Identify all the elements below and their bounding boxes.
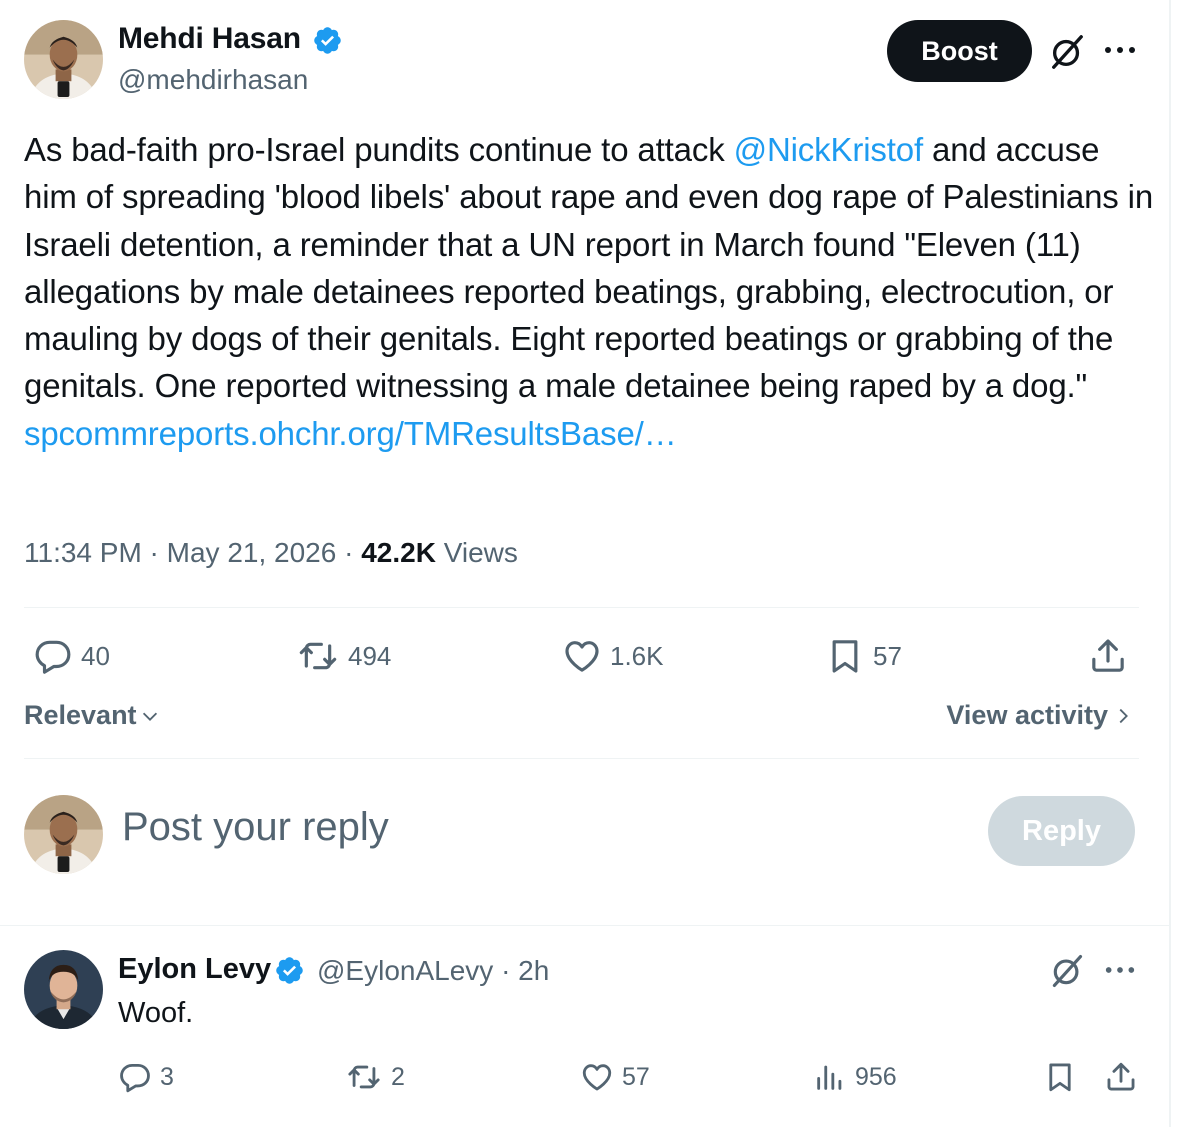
repost-action[interactable]: 494 bbox=[296, 636, 391, 676]
divider bbox=[0, 925, 1169, 926]
divider bbox=[24, 607, 1139, 608]
reply-button[interactable]: Reply bbox=[988, 796, 1135, 866]
author-avatar[interactable] bbox=[24, 20, 103, 99]
reply-count: 40 bbox=[81, 640, 110, 671]
grok-icon[interactable] bbox=[1049, 953, 1085, 989]
reply-icon bbox=[120, 1063, 150, 1093]
tweet-meta: 11:34 PM · May 21, 2026 · 42.2K Views bbox=[24, 537, 518, 569]
like-action[interactable]: 1.6K bbox=[562, 636, 664, 676]
sort-dropdown[interactable]: Relevant bbox=[24, 700, 161, 731]
heart-icon bbox=[565, 641, 599, 672]
reply-views-action[interactable]: 956 bbox=[813, 1060, 897, 1094]
current-user-avatar[interactable] bbox=[24, 795, 103, 874]
bookmark-icon bbox=[1049, 1063, 1071, 1092]
like-count: 1.6K bbox=[610, 640, 664, 671]
verified-badge-icon bbox=[274, 955, 305, 986]
boost-button[interactable]: Boost bbox=[887, 20, 1032, 82]
tweet-text-rest: and accuse him of spreading 'blood libel… bbox=[24, 131, 1154, 405]
tweet-text: As bad-faith pro-Israel pundits continue… bbox=[24, 126, 1154, 457]
reply-reply-action[interactable]: 3 bbox=[118, 1060, 174, 1094]
repost-count: 494 bbox=[348, 640, 392, 671]
repost-icon bbox=[348, 1065, 380, 1089]
sort-label: Relevant bbox=[24, 700, 137, 730]
grok-icon[interactable] bbox=[1048, 33, 1086, 71]
tweet-timestamp[interactable]: 11:34 PM · May 21, 2026 · bbox=[24, 537, 361, 568]
views-count: 42.2K bbox=[361, 537, 436, 568]
column-border bbox=[1169, 0, 1171, 1127]
mention-link[interactable]: @NickKristof bbox=[734, 131, 924, 168]
tweet-text-start: As bad-faith pro-Israel pundits continue… bbox=[24, 131, 734, 168]
view-activity-link[interactable]: View activity bbox=[946, 700, 1134, 731]
bookmark-action[interactable]: 57 bbox=[825, 636, 902, 676]
bookmark-icon bbox=[832, 640, 858, 673]
author-handle[interactable]: @mehdirhasan bbox=[118, 64, 308, 96]
view-activity-label: View activity bbox=[946, 700, 1108, 730]
reply-repost-action[interactable]: 2 bbox=[345, 1060, 405, 1094]
reply-like-action[interactable]: 57 bbox=[580, 1060, 650, 1094]
reply-input[interactable] bbox=[122, 805, 942, 850]
reply-share-action[interactable] bbox=[1104, 1060, 1138, 1094]
chevron-right-icon bbox=[1119, 708, 1128, 723]
reply-repost-count: 2 bbox=[391, 1062, 405, 1091]
reply-text: Woof. bbox=[118, 997, 194, 1029]
repost-icon bbox=[299, 642, 337, 670]
reply-views-count: 956 bbox=[855, 1062, 897, 1091]
heart-icon bbox=[582, 1064, 612, 1091]
reply-icon bbox=[35, 640, 71, 674]
external-link[interactable]: spcommreports.ohchr.org/TMResultsBase/… bbox=[24, 410, 1154, 457]
share-icon bbox=[1092, 639, 1124, 672]
verified-badge-icon bbox=[312, 25, 343, 56]
views-label: Views bbox=[435, 537, 518, 568]
views-icon bbox=[817, 1065, 842, 1090]
reply-author-handle[interactable]: @EylonALevy · 2h bbox=[317, 955, 549, 987]
reply-author-name[interactable]: Eylon Levy bbox=[118, 953, 271, 986]
bookmark-count: 57 bbox=[873, 640, 902, 671]
more-icon[interactable] bbox=[1103, 958, 1137, 982]
author-name[interactable]: Mehdi Hasan bbox=[118, 22, 301, 56]
more-icon[interactable] bbox=[1102, 38, 1138, 62]
reply-like-count: 57 bbox=[622, 1062, 650, 1091]
reply-action[interactable]: 40 bbox=[33, 636, 110, 676]
chevron-down-icon bbox=[142, 712, 157, 721]
share-action[interactable] bbox=[1088, 636, 1128, 676]
reply-reply-count: 3 bbox=[160, 1062, 174, 1091]
reply-author-avatar[interactable] bbox=[24, 950, 103, 1029]
divider bbox=[24, 758, 1139, 759]
reply-bookmark-action[interactable] bbox=[1043, 1060, 1077, 1094]
share-icon bbox=[1107, 1062, 1135, 1091]
